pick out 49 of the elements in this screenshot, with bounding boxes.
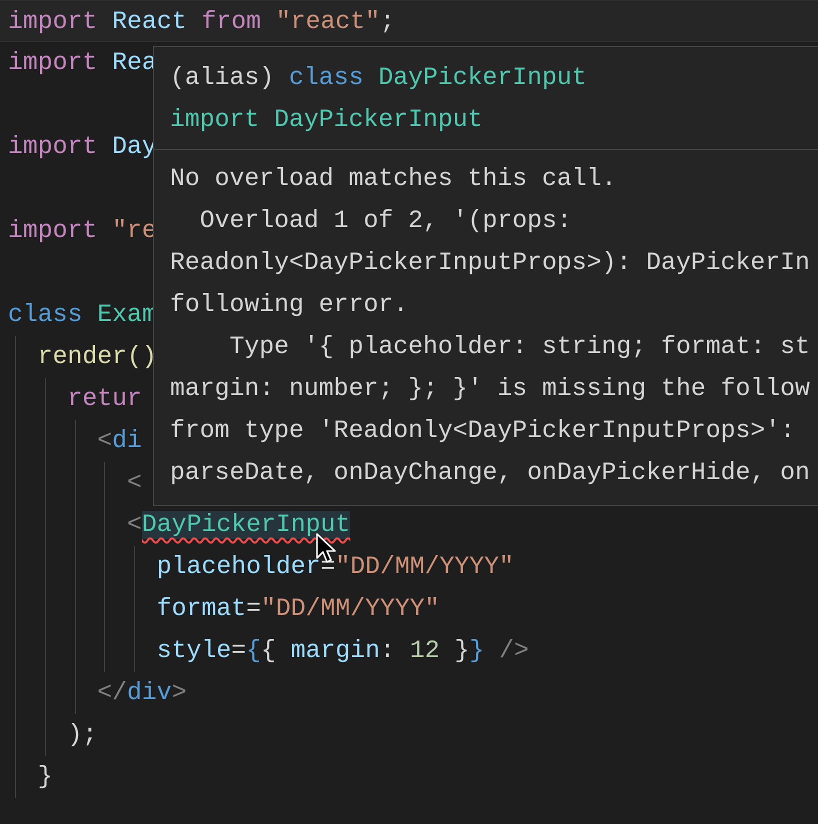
code-token: import (8, 217, 98, 245)
code-token: di (112, 427, 142, 455)
code-token: = (231, 637, 246, 665)
code-token: from (201, 8, 262, 36)
code-token: = (246, 595, 261, 623)
code-token: < (127, 469, 142, 497)
code-token: import (8, 133, 98, 161)
code-token: (alias) (170, 64, 276, 92)
code-token: Day (112, 133, 157, 161)
error-message-line: No overload matches this call. (170, 164, 618, 195)
error-message-line: Type '{ placeholder: string; format: st (228, 332, 811, 363)
code-token: import (8, 8, 98, 36)
error-message-line: following error. (170, 290, 410, 321)
code-token: style (156, 637, 232, 665)
code-token: React (112, 8, 188, 36)
code-token: ); (68, 721, 98, 749)
code-token: 12 (410, 637, 440, 665)
code-token: class (8, 301, 84, 329)
code-token: class (289, 64, 364, 92)
code-token: retur (68, 385, 142, 413)
code-token: "react" (276, 8, 380, 36)
error-underlined-token: DayPickerInput (142, 511, 350, 539)
error-message-line: margin: number; }; }' is missing the follow (170, 374, 811, 405)
code-token: placeholder (156, 553, 320, 581)
code-token: } (38, 763, 53, 791)
code-token: render() (38, 343, 157, 371)
code-token: "DD/MM/YYYY" (335, 553, 514, 581)
code-token: { (260, 637, 277, 665)
error-message-line: Overload 1 of 2, '(props: (198, 206, 573, 237)
code-token: DayPickerInput (378, 64, 587, 92)
code-token: { (246, 637, 261, 665)
code-token: div (127, 679, 172, 707)
code-token: margin (290, 637, 380, 665)
code-token: </ (97, 679, 128, 707)
code-token: /> (499, 637, 529, 665)
error-message-line: Readonly<DayPickerInputProps>): DayPickerIn (170, 248, 811, 279)
code-token: import (8, 49, 98, 77)
code-token: < (127, 511, 142, 539)
code-token: } (469, 637, 486, 665)
error-message-line: from type 'Readonly<DayPickerInputProps>': (170, 416, 796, 447)
code-token: > (172, 679, 187, 707)
code-token: import DayPickerInput (170, 106, 482, 134)
code-token: } (453, 637, 470, 665)
code-token: : (380, 637, 396, 665)
error-message-line: parseDate, onDayChange, onDayPickerHide, on (170, 458, 811, 489)
code-token: format (156, 595, 246, 623)
code-token: ; (380, 8, 395, 36)
code-token: < (97, 427, 112, 455)
code-token: "DD/MM/YYYY" (260, 595, 440, 623)
